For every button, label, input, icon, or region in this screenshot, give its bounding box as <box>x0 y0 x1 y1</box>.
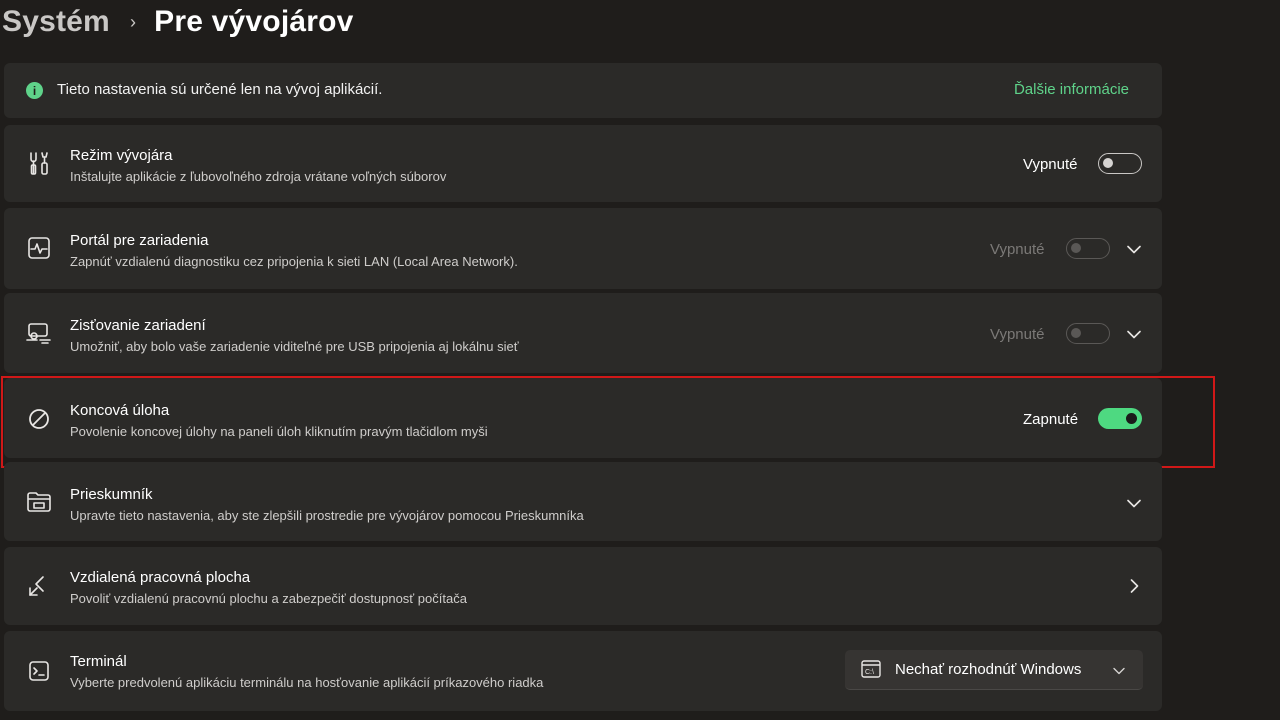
toggle-state-label: Vypnuté <box>990 241 1045 258</box>
setting-description: Povolenie koncovej úlohy na paneli úloh … <box>70 424 488 439</box>
setting-remote-desktop[interactable]: Vzdialená pracovná plocha Povoliť vzdial… <box>4 547 1162 625</box>
terminal-icon <box>24 656 54 686</box>
breadcrumb-parent-system[interactable]: Systém <box>0 5 110 39</box>
remote-desktop-icon <box>24 571 54 601</box>
device-discovery-icon <box>24 318 54 348</box>
file-explorer-icon <box>24 487 54 517</box>
setting-developer-mode[interactable]: Režim vývojára Inštalujte aplikácie z ľu… <box>4 125 1162 202</box>
setting-description: Povoliť vzdialenú pracovnú plochu a zabe… <box>70 591 467 606</box>
chevron-down-icon[interactable] <box>1124 493 1144 513</box>
setting-description: Umožniť, aby bolo vaše zariadenie vidite… <box>70 339 519 354</box>
setting-end-task[interactable]: Koncová úloha Povolenie koncovej úlohy n… <box>4 378 1162 458</box>
terminal-app-selected: Nechať rozhodnúť Windows <box>895 661 1082 678</box>
breadcrumb: Systém › Pre vývojárov <box>0 0 354 44</box>
setting-title: Zisťovanie zariadení <box>70 317 206 334</box>
chevron-down-icon[interactable] <box>1124 324 1144 344</box>
breadcrumb-separator: › <box>129 11 137 32</box>
svg-text:C:\: C:\ <box>865 669 874 676</box>
setting-title: Režim vývojára <box>70 147 173 164</box>
setting-description: Upravte tieto nastavenia, aby ste zlepši… <box>70 508 584 523</box>
toggle-state-label: Vypnuté <box>990 326 1045 343</box>
setting-device-portal[interactable]: Portál pre zariadenia Zapnúť vzdialenú d… <box>4 208 1162 289</box>
end-task-icon <box>24 404 54 434</box>
toggle-state-label: Zapnuté <box>1023 411 1079 428</box>
more-info-link[interactable]: Ďalšie informácie <box>1014 81 1129 98</box>
setting-title: Koncová úloha <box>70 402 170 419</box>
developer-mode-toggle[interactable] <box>1098 153 1142 174</box>
setting-description: Vyberte predvolenú aplikáciu terminálu n… <box>70 675 544 690</box>
setting-file-explorer[interactable]: Prieskumník Upravte tieto nastavenia, ab… <box>4 462 1162 541</box>
device-portal-icon <box>24 233 54 263</box>
toggle-state-label: Vypnuté <box>1023 156 1078 173</box>
info-banner: i Tieto nastavenia sú určené len na vývo… <box>4 63 1162 118</box>
setting-title: Vzdialená pracovná plocha <box>70 569 251 586</box>
terminal-app-icon: C:\ <box>861 660 881 680</box>
setting-device-discovery[interactable]: Zisťovanie zariadení Umožniť, aby bolo v… <box>4 293 1162 373</box>
info-banner-text: Tieto nastavenia sú určené len na vývoj … <box>57 81 383 98</box>
page-title: Pre vývojárov <box>154 5 354 38</box>
setting-title: Portál pre zariadenia <box>70 232 209 249</box>
device-portal-toggle[interactable] <box>1066 238 1110 259</box>
device-discovery-toggle[interactable] <box>1066 323 1110 344</box>
end-task-toggle[interactable] <box>1098 408 1142 429</box>
chevron-down-icon[interactable] <box>1124 239 1144 259</box>
setting-description: Inštalujte aplikácie z ľubovoľného zdroj… <box>70 169 447 184</box>
setting-title: Prieskumník <box>70 486 153 503</box>
chevron-down-icon <box>1113 662 1127 676</box>
developer-tools-icon <box>24 149 54 179</box>
chevron-right-icon[interactable] <box>1124 576 1144 596</box>
terminal-app-dropdown[interactable]: C:\ Nechať rozhodnúť Windows <box>845 650 1143 690</box>
setting-description: Zapnúť vzdialenú diagnostiku cez pripoje… <box>70 254 518 269</box>
setting-title: Terminál <box>70 653 127 670</box>
info-icon: i <box>26 82 43 99</box>
